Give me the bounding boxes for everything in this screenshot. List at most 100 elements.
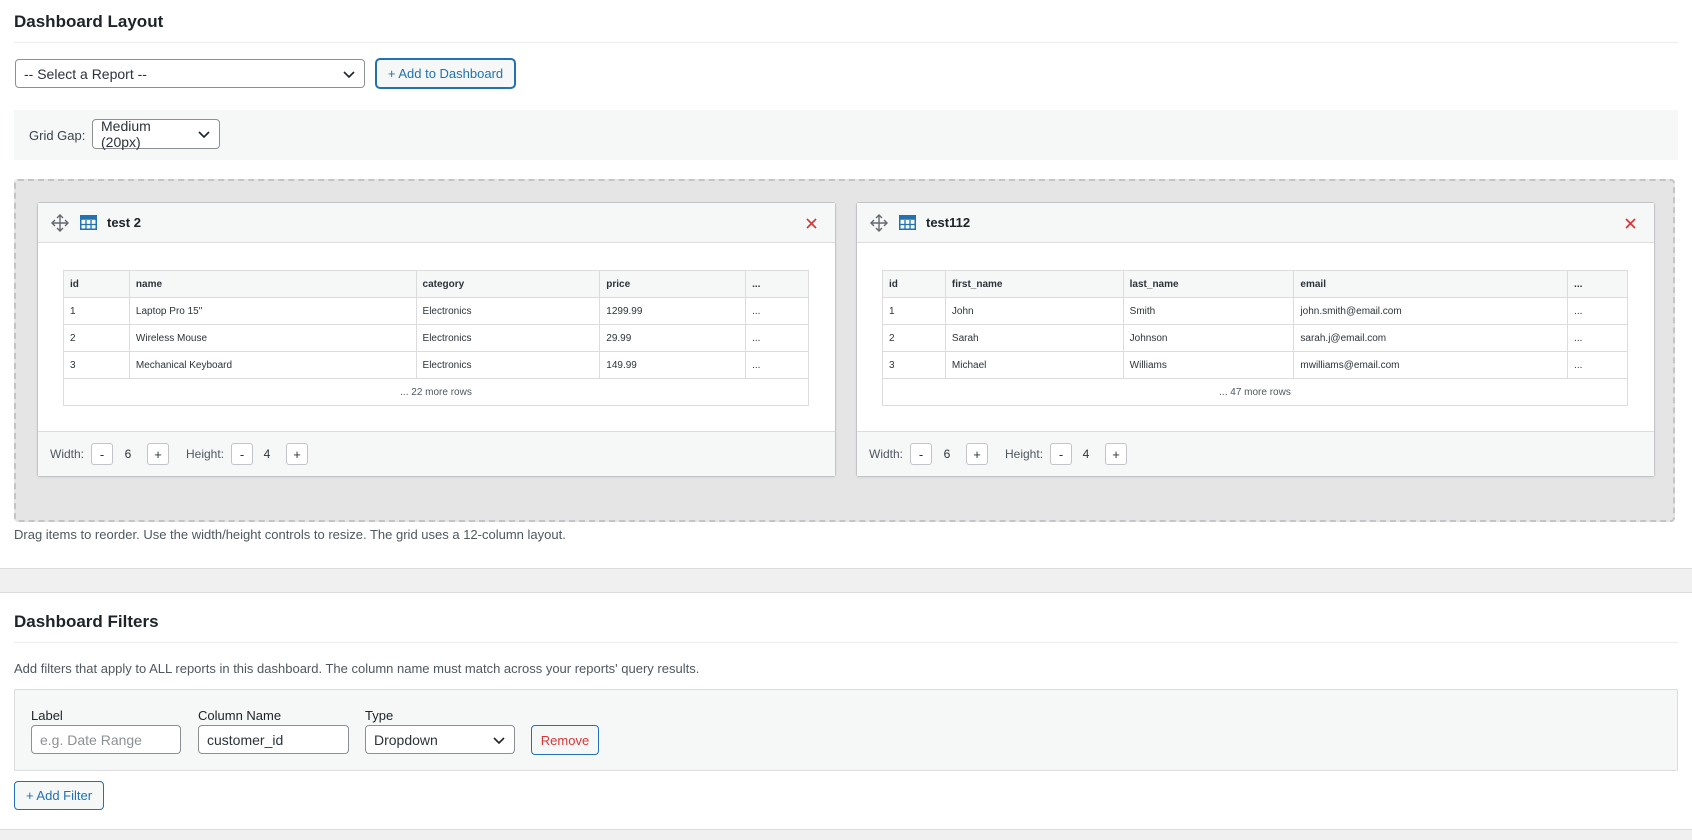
widget-data-table: id first_name last_name email ... 1 John… — [882, 270, 1628, 406]
table-cell: Wireless Mouse — [128, 324, 417, 352]
table-cell: mwilliams@email.com — [1293, 351, 1569, 379]
dashboard-widget[interactable]: test 2 id name category price ... 1 Lapt… — [37, 202, 836, 477]
grid-gap-value: Medium (20px) — [101, 118, 151, 150]
dashboard-grid: test 2 id name category price ... 1 Lapt… — [14, 179, 1675, 522]
width-label: Width: — [869, 447, 904, 461]
column-header: id — [882, 270, 946, 298]
filter-label-input[interactable]: e.g. Date Range — [31, 725, 181, 754]
more-rows-row: ... 22 more rows — [63, 378, 809, 406]
more-rows-text: ... 22 more rows — [63, 378, 809, 406]
height-value: 4 — [1082, 447, 1090, 461]
width-value: 6 — [943, 447, 951, 461]
table-row: 1 John Smith john.smith@email.com ... — [882, 297, 1628, 325]
column-header: name — [128, 270, 417, 298]
column-header: ... — [745, 270, 809, 298]
widget-size-controls: Width: - 6 + Height: - 4 + — [857, 431, 1654, 476]
divider — [14, 42, 1678, 43]
table-header-row: id name category price ... — [63, 270, 809, 298]
table-cell: Smith — [1122, 297, 1295, 325]
remove-filter-button[interactable]: Remove — [531, 725, 599, 755]
column-header: first_name — [944, 270, 1124, 298]
table-cell: Johnson — [1122, 324, 1295, 352]
move-icon[interactable] — [51, 214, 69, 232]
widget-title: test112 — [926, 215, 971, 230]
add-to-dashboard-button[interactable]: + Add to Dashboard — [376, 59, 515, 88]
column-header: last_name — [1122, 270, 1295, 298]
chevron-down-icon — [198, 131, 210, 139]
table-cell: 29.99 — [599, 324, 747, 352]
divider — [14, 642, 1678, 643]
table-cell: Electronics — [415, 351, 601, 379]
width-decrease-button[interactable]: - — [910, 443, 932, 465]
column-header: email — [1293, 270, 1569, 298]
more-rows-text: ... 47 more rows — [882, 378, 1628, 406]
type-label: Type — [365, 708, 394, 723]
dashboard-widget[interactable]: test112 id first_name last_name email ..… — [856, 202, 1655, 477]
width-decrease-button[interactable]: - — [91, 443, 113, 465]
table-cell: ... — [1567, 351, 1628, 379]
table-row: 2 Sarah Johnson sarah.j@email.com ... — [882, 324, 1628, 352]
chevron-down-icon — [343, 70, 355, 78]
table-cell: ... — [1567, 297, 1628, 325]
grid-gap-select[interactable]: Medium (20px) — [92, 118, 220, 150]
widget-title: test 2 — [107, 215, 141, 230]
column-header: ... — [1567, 270, 1628, 298]
table-header-row: id first_name last_name email ... — [882, 270, 1628, 298]
layout-help-text: Drag items to reorder. Use the width/hei… — [14, 527, 566, 542]
width-increase-button[interactable]: + — [966, 443, 988, 465]
table-icon — [899, 215, 916, 230]
widget-size-controls: Width: - 6 + Height: - 4 + — [38, 431, 835, 476]
section-title-filters: Dashboard Filters — [14, 612, 159, 631]
table-cell: Electronics — [415, 297, 601, 325]
table-cell: sarah.j@email.com — [1293, 324, 1569, 352]
height-increase-button[interactable]: + — [286, 443, 308, 465]
table-cell: Williams — [1122, 351, 1295, 379]
section-title-layout: Dashboard Layout — [14, 12, 164, 31]
table-cell: 2 — [882, 324, 946, 352]
label-field-label: Label — [31, 708, 63, 723]
table-row: 2 Wireless Mouse Electronics 29.99 ... — [63, 324, 809, 352]
table-cell: Mechanical Keyboard — [128, 351, 417, 379]
table-row: 3 Mechanical Keyboard Electronics 149.99… — [63, 351, 809, 379]
height-label: Height: — [1005, 447, 1044, 461]
table-cell: 3 — [63, 351, 130, 379]
table-cell: 149.99 — [599, 351, 747, 379]
table-row: 3 Michael Williams mwilliams@email.com .… — [882, 351, 1628, 379]
table-row: 1 Laptop Pro 15" Electronics 1299.99 ... — [63, 297, 809, 325]
table-cell: ... — [1567, 324, 1628, 352]
close-icon[interactable] — [806, 218, 817, 229]
height-decrease-button[interactable]: - — [1050, 443, 1072, 465]
height-value: 4 — [263, 447, 271, 461]
add-filter-button[interactable]: + Add Filter — [14, 781, 104, 810]
column-header: id — [63, 270, 130, 298]
table-cell: john.smith@email.com — [1293, 297, 1569, 325]
filters-description: Add filters that apply to ALL reports in… — [14, 661, 700, 676]
close-icon[interactable] — [1625, 218, 1636, 229]
table-cell: 2 — [63, 324, 130, 352]
dashboard-layout-panel: Dashboard Layout -- Select a Report -- +… — [0, 0, 1692, 569]
table-cell: Laptop Pro 15" — [128, 297, 417, 325]
chevron-down-icon — [493, 736, 505, 744]
report-select[interactable]: -- Select a Report -- — [15, 59, 365, 88]
table-cell: 1299.99 — [599, 297, 747, 325]
column-name-label: Column Name — [198, 708, 282, 723]
filter-type-select[interactable]: Dropdown — [365, 725, 515, 754]
height-increase-button[interactable]: + — [1105, 443, 1127, 465]
height-decrease-button[interactable]: - — [231, 443, 253, 465]
table-cell: 1 — [882, 297, 946, 325]
column-header: price — [599, 270, 747, 298]
height-label: Height: — [186, 447, 225, 461]
move-icon[interactable] — [870, 214, 888, 232]
widget-header: test112 — [857, 203, 1654, 243]
grid-gap-label: Grid Gap: — [29, 128, 86, 143]
table-cell: 3 — [882, 351, 946, 379]
filter-type-value: Dropdown — [374, 731, 438, 748]
width-label: Width: — [50, 447, 85, 461]
table-icon — [80, 215, 97, 230]
widget-header: test 2 — [38, 203, 835, 243]
table-cell: ... — [745, 297, 809, 325]
table-cell: ... — [745, 324, 809, 352]
width-increase-button[interactable]: + — [147, 443, 169, 465]
filter-column-input[interactable]: customer_id — [198, 725, 349, 754]
column-header: category — [415, 270, 601, 298]
